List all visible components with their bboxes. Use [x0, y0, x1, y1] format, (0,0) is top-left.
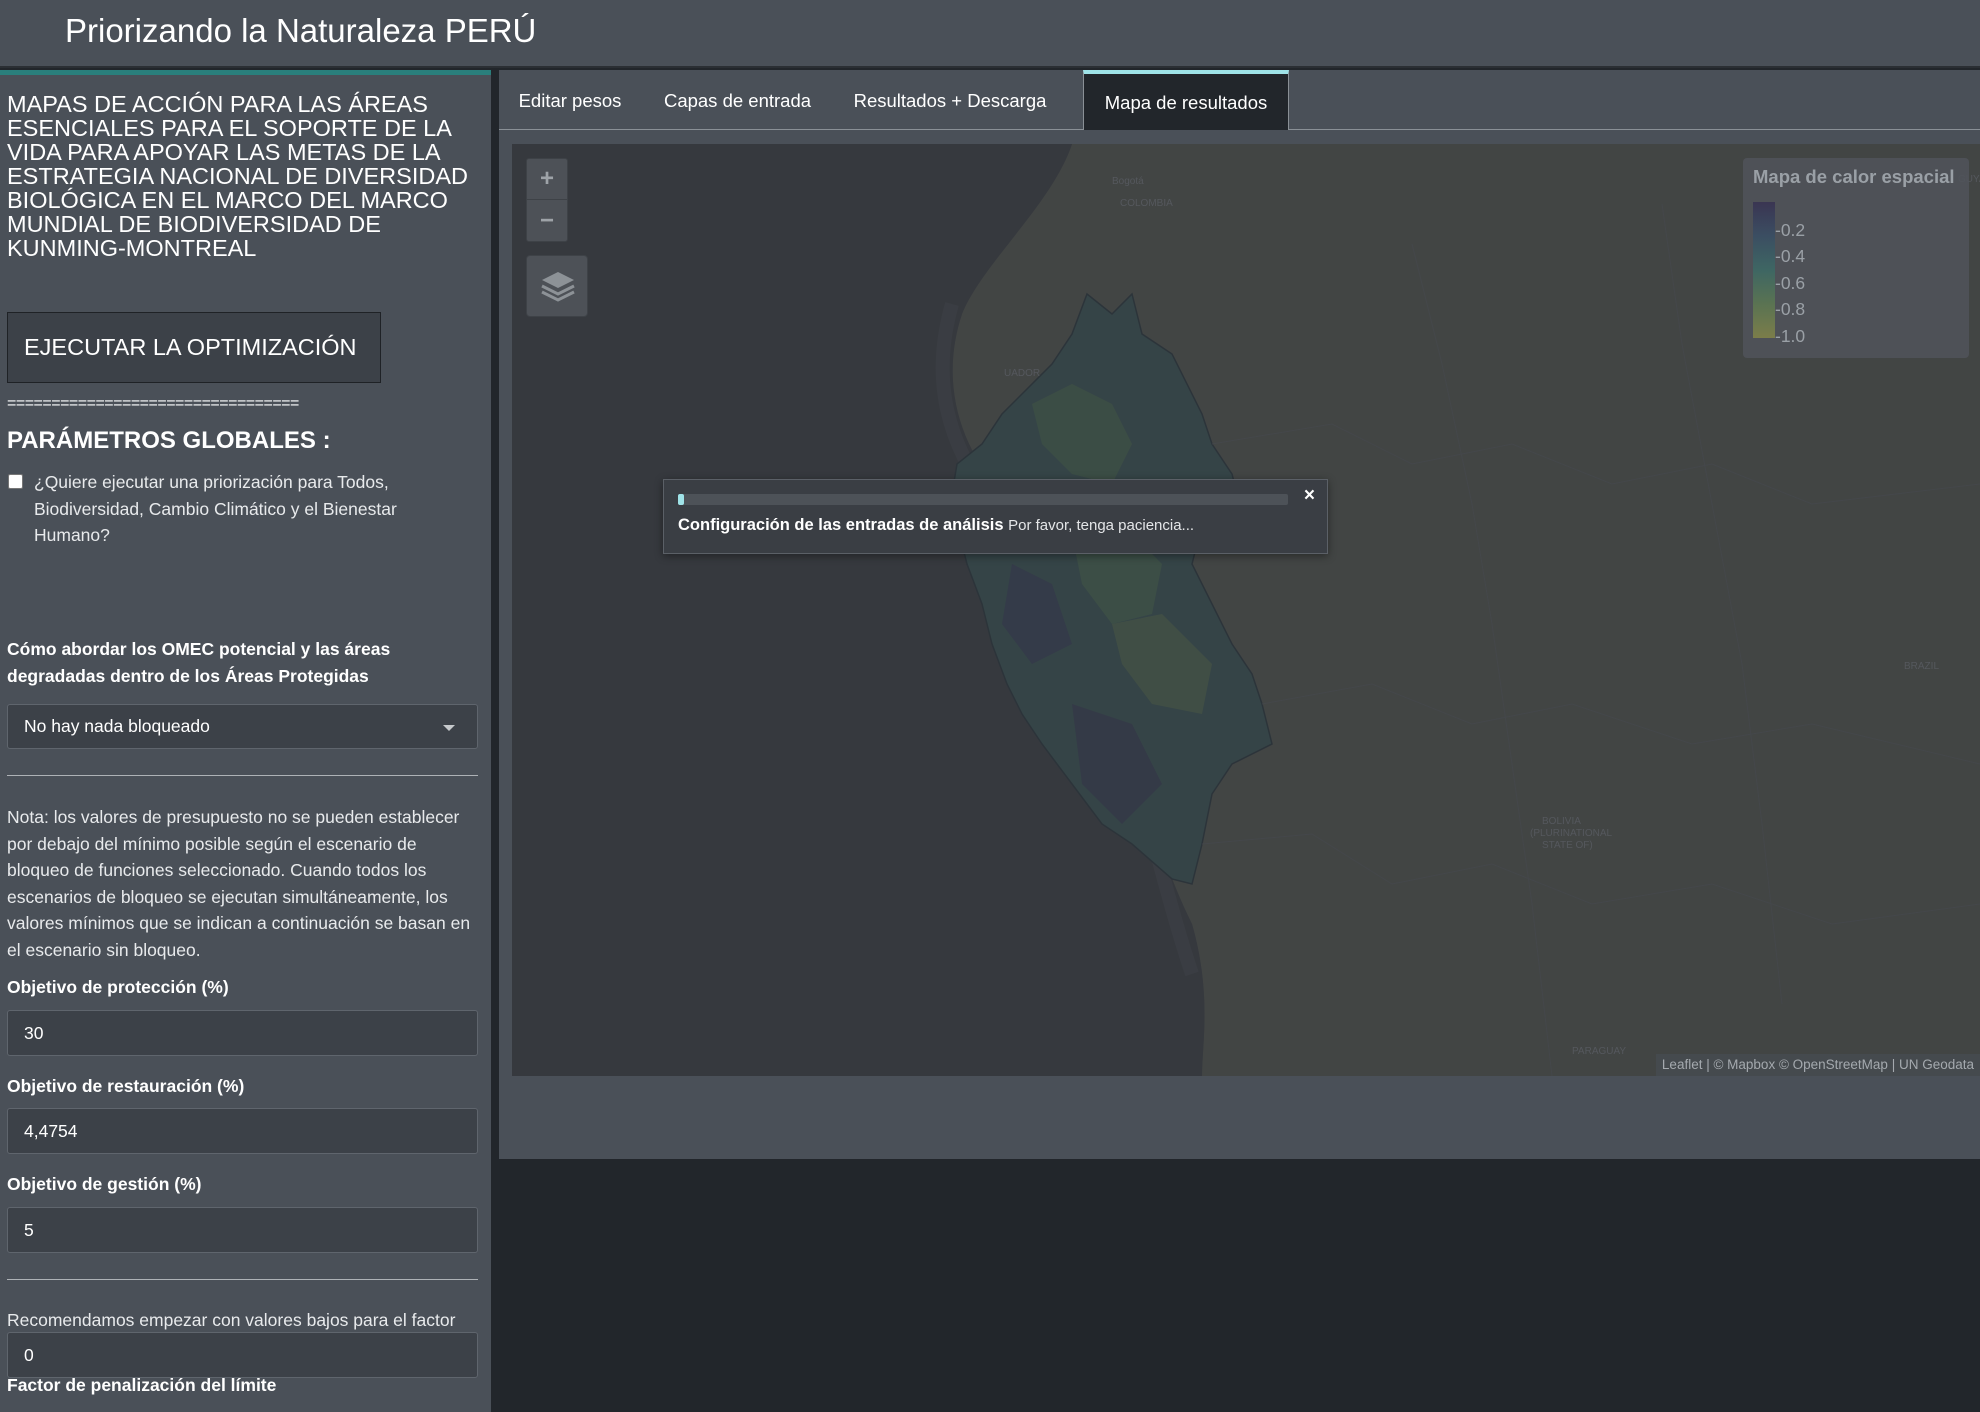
legend-title: Mapa de calor espacial: [1753, 166, 1955, 187]
budget-note: Nota: los valores de presupuesto no se p…: [7, 807, 471, 960]
legend-color-bar: [1753, 202, 1775, 338]
heatmap-legend: Mapa de calor espacial -0.2 -0.4 -0.6 -0…: [1743, 158, 1969, 358]
zoom-out-button[interactable]: −: [527, 201, 567, 242]
map-panel: COLOMBIA Bogotá UADOR BRAZIL GUYAN BOLIV…: [499, 130, 1980, 1159]
restoration-label: Objetivo de restauración (%): [7, 1076, 245, 1096]
omec-label: Cómo abordar los OMEC potencial y las ár…: [7, 639, 391, 686]
legend-tick: -0.2: [1775, 220, 1806, 240]
omec-select[interactable]: No hay nada bloqueado: [7, 704, 478, 749]
tab-mapa-resultados[interactable]: Mapa de resultados: [1083, 70, 1289, 131]
tab-resultados-descarga[interactable]: Resultados + Descarga: [834, 70, 1066, 130]
app-title: Priorizando la Naturaleza PERÚ: [65, 12, 537, 49]
results-map[interactable]: COLOMBIA Bogotá UADOR BRAZIL GUYAN BOLIV…: [512, 144, 1980, 1076]
divider: [7, 775, 478, 776]
restoration-input[interactable]: [7, 1108, 478, 1154]
protection-input[interactable]: [7, 1010, 478, 1056]
progress-message-title: Configuración de las entradas de análisi…: [678, 516, 1004, 534]
progress-message-detail: Por favor, tenga paciencia...: [1008, 517, 1195, 534]
chevron-down-icon: [443, 725, 455, 731]
layers-icon: [541, 272, 575, 302]
zoom-in-button[interactable]: +: [527, 159, 567, 200]
legend-tick: -1.0: [1775, 326, 1806, 346]
sidebar: MAPAS DE ACCIÓN PARA LAS ÁREAS ESENCIALE…: [0, 70, 491, 1412]
legend-tick: -0.8: [1775, 299, 1806, 319]
run-all-checkbox[interactable]: [8, 474, 23, 489]
progress-message: Configuración de las entradas de análisi…: [678, 516, 1194, 535]
main-panel: Editar pesos Capas de entrada Resultados…: [491, 70, 1980, 1412]
omec-select-value: No hay nada bloqueado: [24, 716, 210, 736]
tab-editar-pesos[interactable]: Editar pesos: [499, 70, 641, 130]
global-params-title: PARÁMETROS GLOBALES :: [7, 427, 331, 454]
tab-capas-entrada[interactable]: Capas de entrada: [641, 70, 834, 130]
management-input[interactable]: [7, 1207, 478, 1253]
penalty-input[interactable]: [7, 1332, 478, 1378]
run-optimization-button[interactable]: EJECUTAR LA OPTIMIZACIÓN: [7, 312, 381, 383]
protection-label: Objetivo de protección (%): [7, 977, 229, 997]
separator-text: =================================: [7, 395, 299, 412]
progress-bar: [678, 494, 1288, 505]
app-header: Priorizando la Naturaleza PERÚ: [0, 0, 1980, 68]
progress-notification: × Configuración de las entradas de análi…: [663, 479, 1328, 554]
divider: [7, 1279, 478, 1280]
zoom-control: + −: [526, 158, 568, 242]
legend-tick: -0.6: [1775, 273, 1806, 293]
legend-tick: -0.4: [1775, 246, 1806, 266]
tab-bar: Editar pesos Capas de entrada Resultados…: [499, 70, 1980, 131]
management-label: Objetivo de gestión (%): [7, 1174, 202, 1194]
close-icon[interactable]: ×: [1304, 485, 1315, 507]
progress-bar-fill: [678, 494, 685, 505]
map-attribution[interactable]: Leaflet | © Mapbox © OpenStreetMap | UN …: [1655, 1054, 1980, 1076]
run-all-checkbox-label[interactable]: ¿Quiere ejecutar una priorización para T…: [34, 469, 454, 549]
sidebar-heading: MAPAS DE ACCIÓN PARA LAS ÁREAS ESENCIALE…: [7, 91, 468, 261]
layers-button[interactable]: [526, 255, 588, 317]
